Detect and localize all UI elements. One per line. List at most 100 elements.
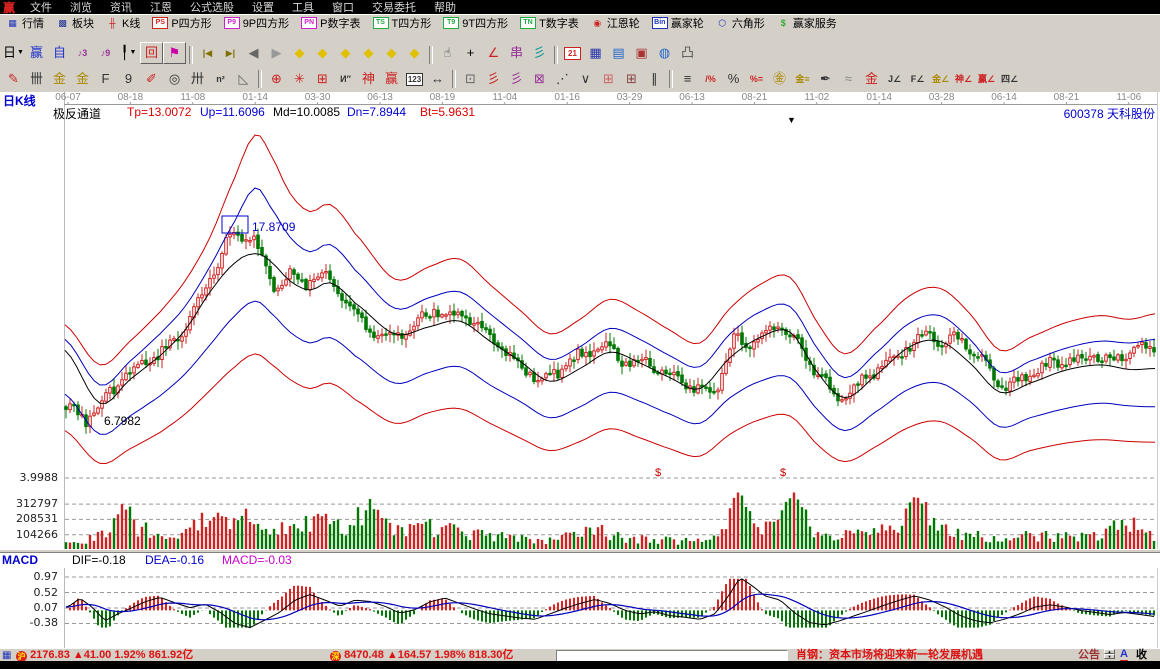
parallel-lines-button[interactable]: ∥: [643, 68, 666, 90]
menu-item-5[interactable]: 设置: [243, 0, 283, 15]
box-measure-button[interactable]: ⊡: [459, 68, 482, 90]
calculator-button[interactable]: ▦: [584, 42, 607, 64]
f-scale-button[interactable]: F: [94, 68, 117, 90]
win-scale-button[interactable]: 赢: [380, 68, 403, 90]
grid-box-button[interactable]: ⊞: [311, 68, 334, 90]
angle-gold-button[interactable]: 金∠: [929, 68, 952, 90]
nine-scale-button[interactable]: 9: [117, 68, 140, 90]
menu-item-0[interactable]: 文件: [21, 0, 61, 15]
percent-slash-button[interactable]: /%: [699, 68, 722, 90]
shen-scale-button[interactable]: 神: [357, 68, 380, 90]
angle-win-button[interactable]: 赢∠: [975, 68, 998, 90]
v-lines-button[interactable]: ∨: [574, 68, 597, 90]
width-measure-button[interactable]: ↔: [426, 68, 449, 90]
gold-scale-button[interactable]: 金: [48, 68, 71, 90]
ruler-123-button[interactable]: 123: [403, 68, 426, 90]
gann-scale-button[interactable]: 卌: [25, 68, 48, 90]
hexagon-button[interactable]: ⬡六角形: [710, 16, 771, 30]
menu-item-8[interactable]: 交易委托: [363, 0, 425, 15]
notice-spinner[interactable]: ▲ ▼: [1104, 649, 1115, 660]
grid-button[interactable]: ⊞: [597, 68, 620, 90]
coral-tool-button[interactable]: 彡: [528, 42, 551, 64]
memo-icon[interactable]: 自: [48, 42, 71, 64]
angle-j-button[interactable]: J∠: [883, 68, 906, 90]
gold-circle-button[interactable]: ㊎: [768, 68, 791, 90]
gold-lines-button[interactable]: 金≡: [791, 68, 814, 90]
grape-tool-button[interactable]: 串: [505, 42, 528, 64]
menu-item-9[interactable]: 帮助: [425, 0, 465, 15]
box-fan-button[interactable]: ⊠: [528, 68, 551, 90]
maze-icon[interactable]: 回: [140, 42, 163, 64]
menu-item-3[interactable]: 江恩: [141, 0, 181, 15]
diamond-arrow-cross-button[interactable]: ◆: [357, 42, 380, 64]
dropdown-arrow-icon[interactable]: ▼: [17, 43, 24, 63]
p-number-table-button[interactable]: PNP数字表: [295, 16, 366, 30]
sectors-button[interactable]: ▩板块: [50, 16, 100, 30]
crosshair-tool-button[interactable]: +: [459, 42, 482, 64]
set-square-button[interactable]: ◺: [232, 68, 255, 90]
angle-tool-button[interactable]: ∠: [482, 42, 505, 64]
menu-item-1[interactable]: 浏览: [61, 0, 101, 15]
world-clock-button[interactable]: ◍: [653, 42, 676, 64]
diamond-arrow-right-button[interactable]: ◆: [311, 42, 334, 64]
gann-fan-box-button[interactable]: 彡: [505, 68, 528, 90]
prev-bar-button[interactable]: ◀: [242, 42, 265, 64]
wave-9-icon[interactable]: ♪9: [94, 42, 117, 64]
9t-square-button[interactable]: T99T四方形: [437, 16, 514, 30]
first-bar-button[interactable]: |◀: [196, 42, 219, 64]
gold-scale-2-button[interactable]: 金: [71, 68, 94, 90]
wave-3-icon[interactable]: ♪3: [71, 42, 94, 64]
t-square-button[interactable]: TST四方形: [367, 16, 438, 30]
circle-scale-button[interactable]: ◎: [163, 68, 186, 90]
save-button[interactable]: ▣: [630, 42, 653, 64]
wave-a-button[interactable]: ≈: [837, 68, 860, 90]
angle-si-button[interactable]: 四∠: [998, 68, 1021, 90]
winner-wheel-button[interactable]: Bin赢家轮: [646, 16, 710, 30]
next-bar-button[interactable]: ▶: [265, 42, 288, 64]
star-grid-button[interactable]: ✳: [288, 68, 311, 90]
n2-scale-button[interactable]: n²: [209, 68, 232, 90]
gold-box-button[interactable]: 金: [860, 68, 883, 90]
diamond-arrow-both-button[interactable]: ◆: [334, 42, 357, 64]
diamond-arrow-up-button[interactable]: ◆: [380, 42, 403, 64]
menu-item-4[interactable]: 公式选股: [181, 0, 243, 15]
calendar-button[interactable]: 21: [561, 42, 584, 64]
diamond-arrow-left-button[interactable]: ◆: [288, 42, 311, 64]
pen-black-button[interactable]: ✒: [814, 68, 837, 90]
diamond-arrow-down-button[interactable]: ◆: [403, 42, 426, 64]
angle-shen-button[interactable]: 神∠: [952, 68, 975, 90]
menu-item-7[interactable]: 窗口: [323, 0, 363, 15]
notepad-button[interactable]: ▤: [607, 42, 630, 64]
grid-arrow-button[interactable]: ⊞: [620, 68, 643, 90]
circle-cross-button[interactable]: ⊕: [265, 68, 288, 90]
menu-item-6[interactable]: 工具: [283, 0, 323, 15]
quotes-button[interactable]: ▦行情: [0, 16, 50, 30]
winner-box-icon[interactable]: 赢: [25, 42, 48, 64]
9p-square-button[interactable]: P99P四方形: [218, 16, 295, 30]
resistance-button[interactable]: И″: [334, 68, 357, 90]
last-bar-button[interactable]: ▶|: [219, 42, 242, 64]
candle-style-button[interactable]: 日▼: [2, 42, 25, 64]
percent-button[interactable]: %: [722, 68, 745, 90]
hand-tool-button[interactable]: ☝: [436, 42, 459, 64]
flag-icon[interactable]: ⚑: [163, 42, 186, 64]
p-square-button[interactable]: PSP四方形: [146, 16, 217, 30]
brush-red-button[interactable]: ✎: [2, 68, 25, 90]
gann-fan-button[interactable]: 彡: [482, 68, 505, 90]
t-number-table-button[interactable]: TNT数字表: [514, 16, 585, 30]
angle-f-button[interactable]: F∠: [906, 68, 929, 90]
spinner-down-icon[interactable]: ▼: [1104, 654, 1115, 659]
print-button[interactable]: 凸: [676, 42, 699, 64]
brush-scale-button[interactable]: ✐: [140, 68, 163, 90]
rays-button[interactable]: ⋰: [551, 68, 574, 90]
small-scale-button[interactable]: 卅: [186, 68, 209, 90]
chart-area[interactable]: 17.87096.7982$$▼ 日K线 06-0708-1811-0801-1…: [0, 92, 1160, 648]
bar-style-button[interactable]: ╿▼: [117, 42, 140, 64]
gann-wheel-button[interactable]: ◉江恩轮: [585, 16, 646, 30]
percent-lines-button[interactable]: %=: [745, 68, 768, 90]
kline-button[interactable]: ╫K线: [100, 16, 146, 30]
menu-item-2[interactable]: 资讯: [101, 0, 141, 15]
dropdown-arrow-icon[interactable]: ▼: [129, 43, 136, 63]
price-steps-button[interactable]: ≡: [676, 68, 699, 90]
winner-service-button[interactable]: $赢家服务: [771, 16, 843, 30]
